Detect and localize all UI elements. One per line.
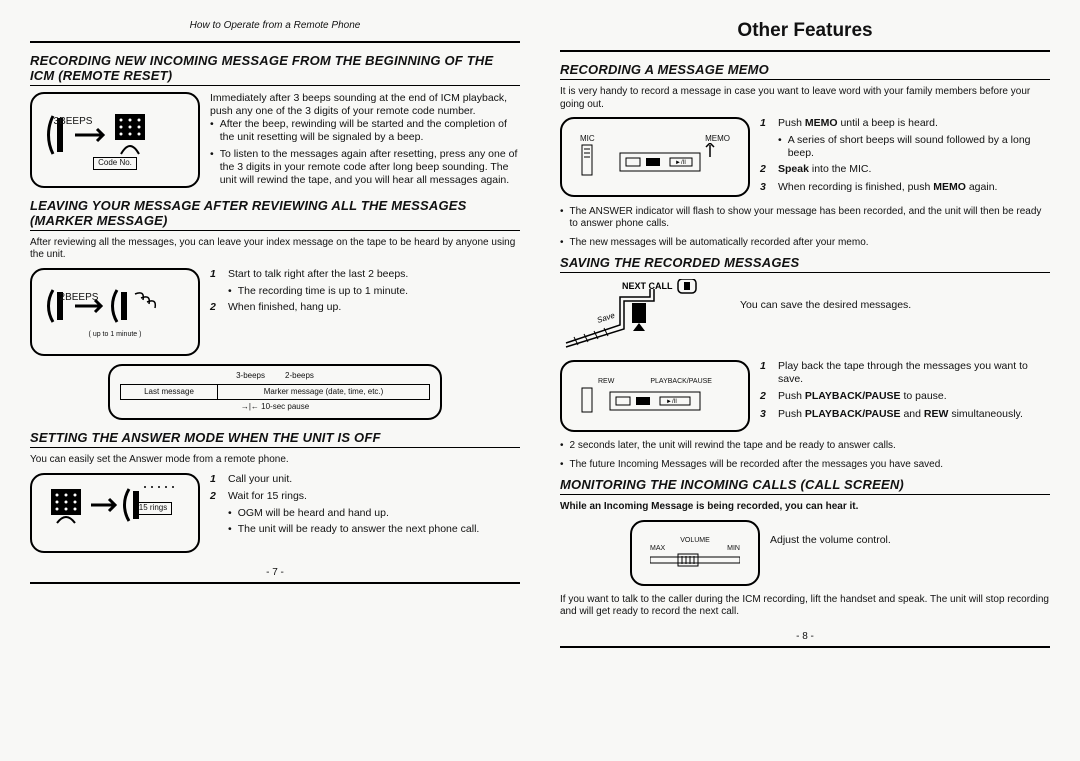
rule — [30, 41, 520, 43]
intro-text: You can easily set the Answer mode from … — [30, 454, 520, 467]
rule — [560, 646, 1050, 648]
figure-marker-msg: 2BEEPS ( up to 1 minute ) — [30, 268, 200, 356]
section-title: RECORDING NEW INCOMING MESSAGE FROM THE … — [30, 53, 520, 86]
step-text: Push PLAYBACK/PAUSE to pause. — [778, 390, 947, 403]
figure-label: 3BEEPS — [54, 116, 93, 127]
rule — [30, 582, 520, 584]
mic-label: MIC — [580, 135, 595, 144]
section-title: SETTING THE ANSWER MODE WHEN THE UNIT IS… — [30, 430, 520, 448]
figure-remote-reset: 3BEEPS Code No. — [30, 92, 200, 188]
rule — [560, 50, 1050, 52]
step-text: Push PLAYBACK/PAUSE and REW simultaneous… — [778, 408, 1023, 421]
tape-label: 10-sec pause — [261, 402, 309, 411]
intro-text: It is very handy to record a message in … — [560, 86, 1050, 111]
figure-sub: up to 1 minute — [93, 331, 137, 338]
step-text: Play back the tape through the messages … — [778, 360, 1050, 386]
playback-label: PLAYBACK/PAUSE — [650, 378, 712, 386]
figure-volume: VOLUME MAX MIN — [630, 520, 760, 586]
figure-tape-diagram: 3-beeps 2-beeps Last message Marker messa… — [108, 364, 442, 420]
figure-label: 2BEEPS — [60, 292, 99, 303]
bullet-text: OGM will be heard and hand up. — [238, 507, 389, 520]
body-text: You can save the desired messages. — [740, 299, 911, 311]
bullet-text: The recording time is up to 1 minute. — [238, 285, 408, 298]
step-text: Speak into the MIC. — [778, 163, 871, 176]
tape-segment: Last message — [121, 385, 218, 400]
svg-text:►/II: ►/II — [675, 160, 686, 166]
figure-memo-unit: MIC MEMO ►/II — [560, 117, 750, 197]
body-text: Immediately after 3 beeps sounding at th… — [210, 92, 520, 118]
section-title: RECORDING A MESSAGE MEMO — [560, 62, 1050, 80]
note-text: The ANSWER indicator will flash to show … — [570, 206, 1050, 231]
rings-box: 15 rings — [134, 502, 172, 515]
body-text: Adjust the volume control. — [770, 534, 891, 546]
volume-label: VOLUME — [680, 537, 710, 545]
step-text: Start to talk right after the last 2 bee… — [228, 268, 408, 281]
min-label: MIN — [727, 545, 740, 553]
svg-text:Save: Save — [596, 311, 617, 325]
code-no-box: Code No. — [93, 157, 137, 170]
section-title: LEAVING YOUR MESSAGE AFTER REVIEWING ALL… — [30, 198, 520, 231]
tape-segment: Marker message (date, time, etc.) — [218, 385, 429, 400]
rew-label: REW — [598, 378, 614, 386]
step-text: When finished, hang up. — [228, 301, 341, 314]
intro-text: While an Incoming Message is being recor… — [560, 501, 1050, 514]
svg-text:►/II: ►/II — [666, 399, 677, 405]
figure-answer-mode: 15 rings — [30, 473, 200, 553]
next-call-label: NEXT CALL — [622, 281, 673, 291]
figure-save-tape: NEXT CALL Save — [560, 279, 730, 352]
step-text: When recording is finished, push MEMO ag… — [778, 181, 997, 194]
page-number: - 7 - — [30, 567, 520, 578]
note-text: The future Incoming Messages will be rec… — [570, 459, 944, 472]
memo-label: MEMO — [705, 135, 730, 144]
page-header: How to Operate from a Remote Phone — [30, 20, 520, 31]
step-text: Push MEMO until a beep is heard. — [778, 117, 938, 130]
intro-text: After reviewing all the messages, you ca… — [30, 237, 520, 262]
note-text: The new messages will be automatically r… — [570, 237, 869, 250]
section-title: MONITORING THE INCOMING CALLS (CALL SCRE… — [560, 477, 1050, 495]
bullet-text: To listen to the messages again after re… — [220, 148, 520, 187]
bullet-text: The unit will be ready to answer the nex… — [238, 523, 480, 536]
other-features-heading: Other Features — [560, 20, 1050, 42]
section-title: SAVING THE RECORDED MESSAGES — [560, 255, 1050, 273]
tape-label: 2-beeps — [285, 372, 314, 381]
bullet-text: After the beep, rewinding will be starte… — [220, 118, 520, 144]
bullet-text: A series of short beeps will sound follo… — [788, 134, 1050, 160]
tape-label: 3-beeps — [236, 372, 265, 381]
max-label: MAX — [650, 545, 665, 553]
figure-rew-playback: REW PLAYBACK/PAUSE ►/II — [560, 360, 750, 432]
page-number: - 8 - — [560, 631, 1050, 642]
note-text: 2 seconds later, the unit will rewind th… — [570, 440, 896, 453]
note-text: If you want to talk to the caller during… — [560, 594, 1050, 619]
step-text: Call your unit. — [228, 473, 292, 486]
step-text: Wait for 15 rings. — [228, 490, 307, 503]
